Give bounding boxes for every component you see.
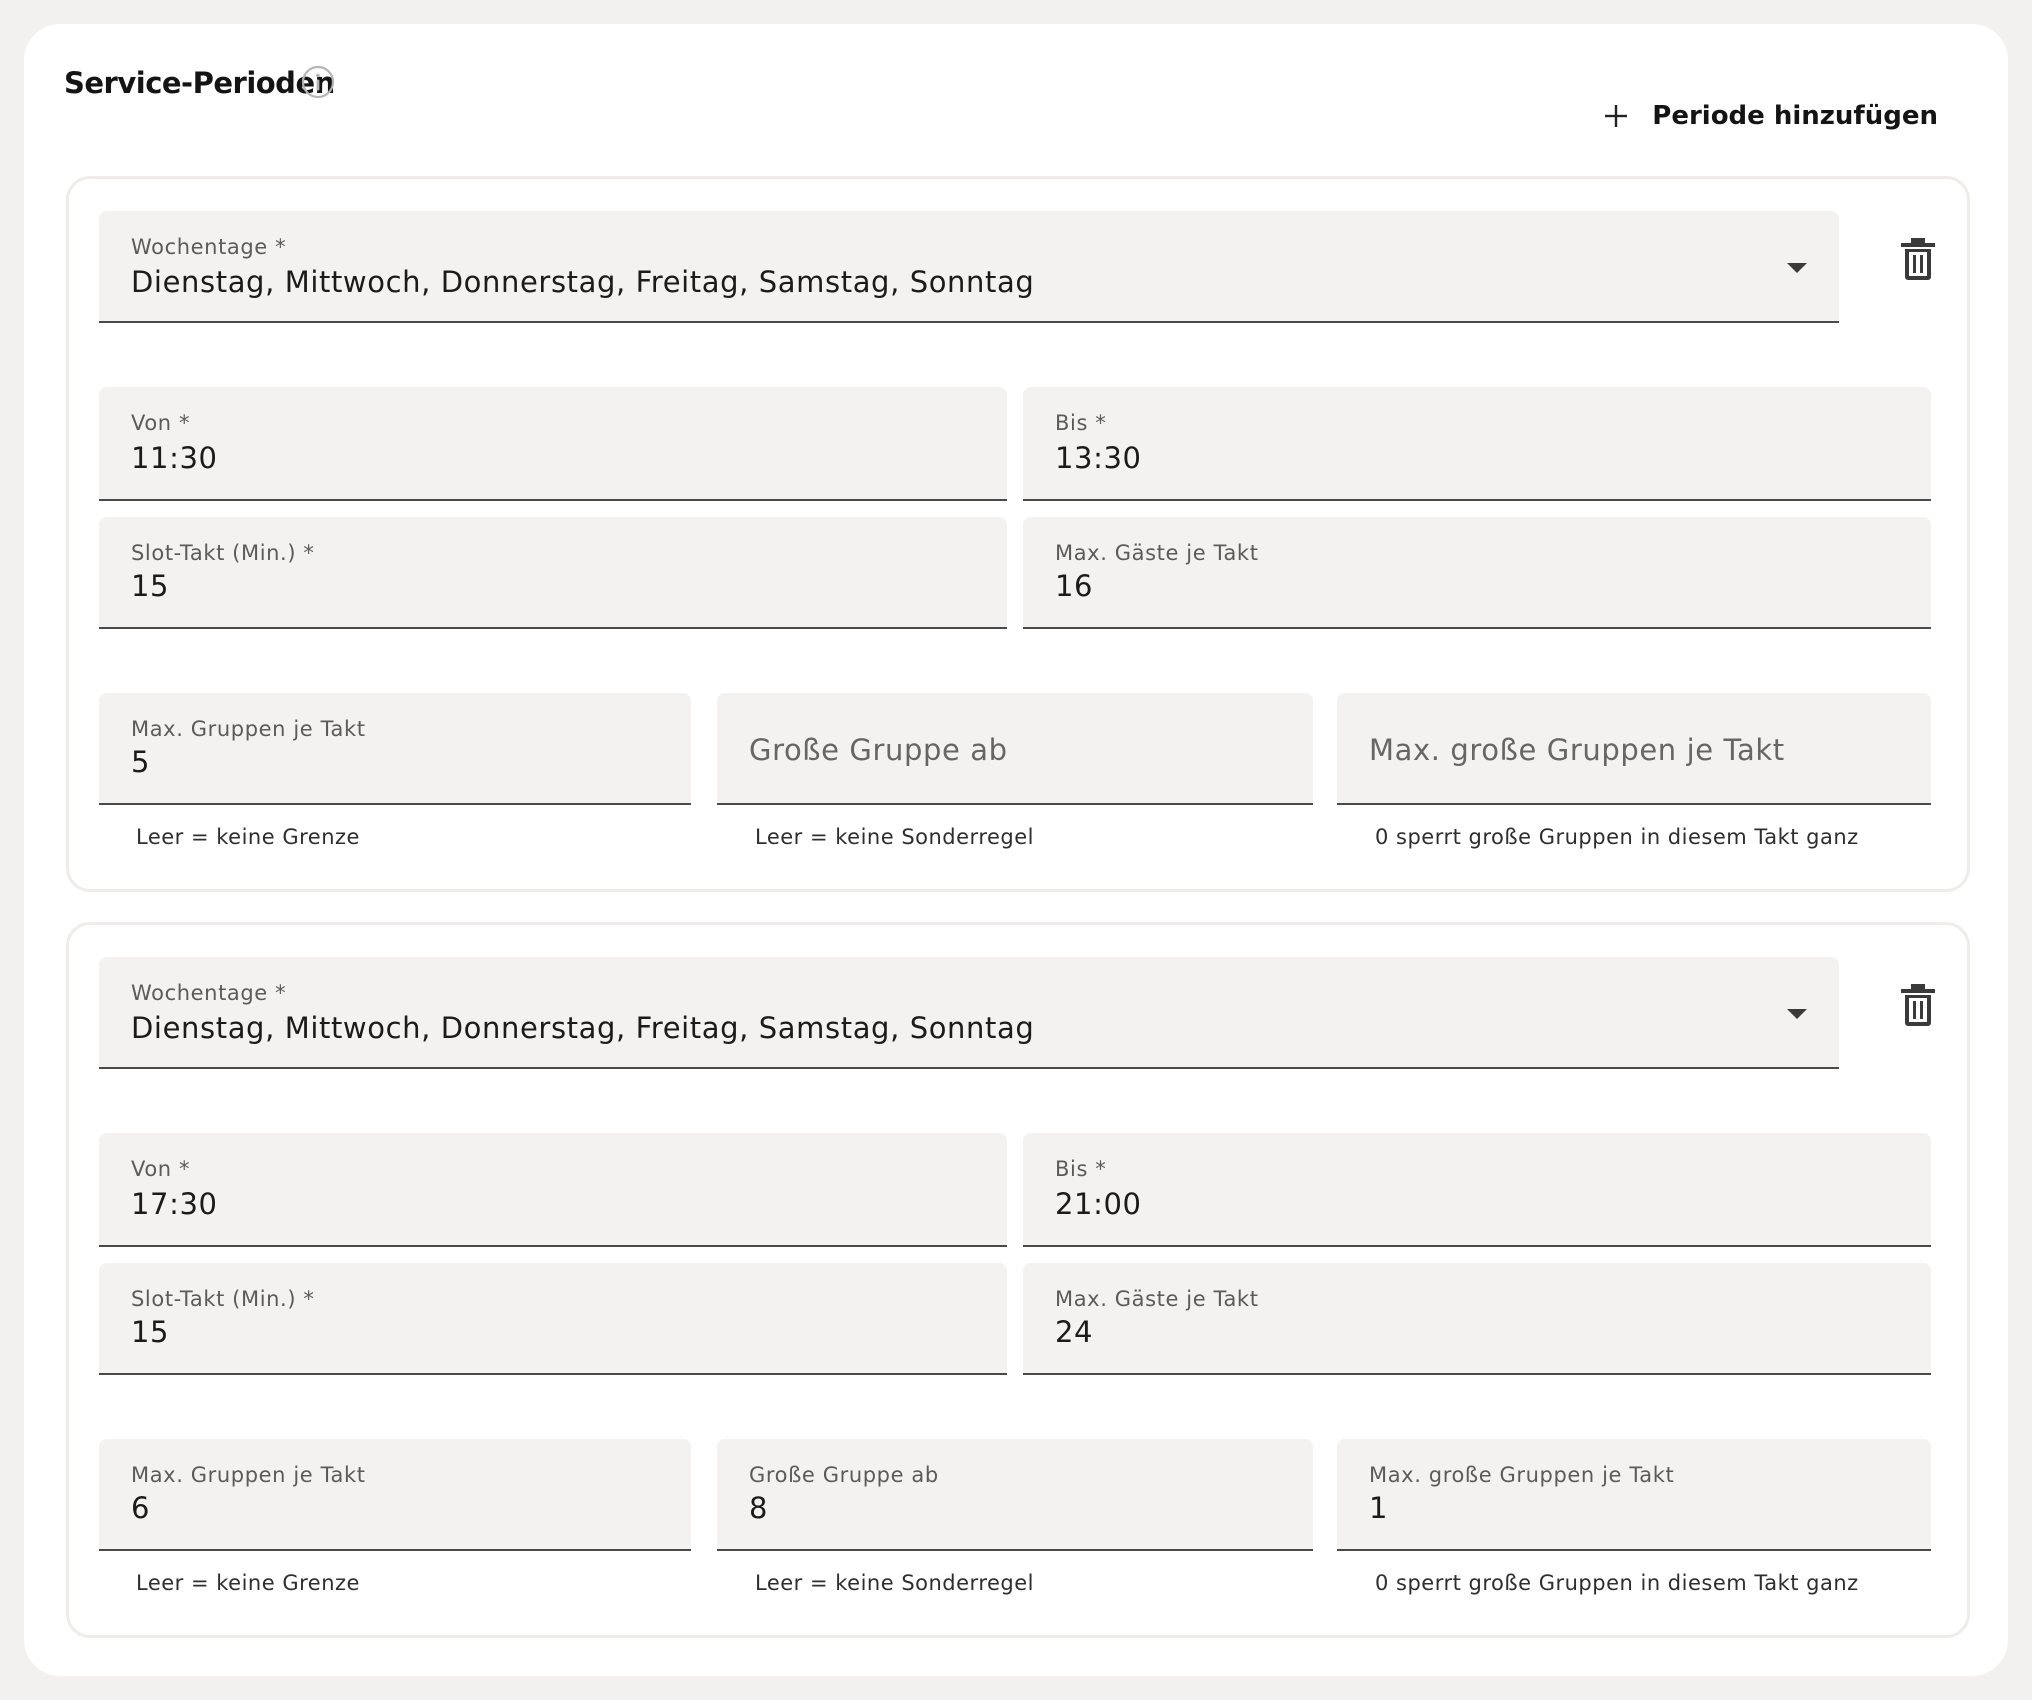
trash-icon[interactable] [1898, 983, 1938, 1027]
weekdays-label: Wochentage * [131, 981, 287, 1005]
max-large-groups-placeholder: Max. große Gruppen je Takt [1369, 733, 1785, 767]
from-time-value: 17:30 [131, 1187, 218, 1221]
max-large-groups-field[interactable]: Max. große Gruppen je Takt 1 [1337, 1439, 1931, 1551]
large-group-helper: Leer = keine Sonderregel [755, 1571, 1035, 1595]
from-time-label: Von * [131, 411, 191, 435]
large-group-helper: Leer = keine Sonderregel [755, 825, 1035, 849]
max-groups-label: Max. Gruppen je Takt [131, 717, 366, 741]
max-groups-helper: Leer = keine Grenze [136, 825, 360, 849]
max-large-groups-value: 1 [1369, 1491, 1389, 1525]
slot-interval-field[interactable]: Slot-Takt (Min.) * 15 [99, 1263, 1007, 1375]
max-large-groups-helper: 0 sperrt große Gruppen in diesem Takt ga… [1375, 825, 1859, 849]
from-time-label: Von * [131, 1157, 191, 1181]
large-group-field[interactable]: Große Gruppe ab [717, 693, 1313, 805]
max-groups-value: 5 [131, 745, 151, 779]
max-large-groups-helper: 0 sperrt große Gruppen in diesem Takt ga… [1375, 1571, 1859, 1595]
max-guests-field[interactable]: Max. Gäste je Takt 24 [1023, 1263, 1931, 1375]
large-group-placeholder: Große Gruppe ab [749, 733, 1008, 767]
slot-interval-value: 15 [131, 1315, 170, 1349]
slot-interval-label: Slot-Takt (Min.) * [131, 541, 315, 565]
max-guests-value: 16 [1055, 569, 1094, 603]
plus-icon [1605, 105, 1628, 127]
weekdays-select[interactable]: Wochentage * Dienstag, Mittwoch, Donners… [99, 957, 1839, 1069]
max-groups-field[interactable]: Max. Gruppen je Takt 6 [99, 1439, 691, 1551]
service-periods-card: Service-Perioden Periode hinzufügen Woch… [24, 24, 2008, 1676]
max-groups-field[interactable]: Max. Gruppen je Takt 5 [99, 693, 691, 805]
large-group-label: Große Gruppe ab [749, 1463, 939, 1487]
chevron-down-icon [1787, 1009, 1807, 1019]
slot-interval-label: Slot-Takt (Min.) * [131, 1287, 315, 1311]
to-time-label: Bis * [1055, 1157, 1107, 1181]
to-time-field[interactable]: Bis * 13:30 [1023, 387, 1931, 501]
max-large-groups-label: Max. große Gruppen je Takt [1369, 1463, 1675, 1487]
slot-interval-field[interactable]: Slot-Takt (Min.) * 15 [99, 517, 1007, 629]
max-groups-label: Max. Gruppen je Takt [131, 1463, 366, 1487]
slot-interval-value: 15 [131, 569, 170, 603]
max-groups-helper: Leer = keine Grenze [136, 1571, 360, 1595]
info-icon[interactable] [300, 64, 336, 100]
max-groups-value: 6 [131, 1491, 151, 1525]
weekdays-value: Dienstag, Mittwoch, Donnerstag, Freitag,… [131, 1011, 1035, 1045]
weekdays-value: Dienstag, Mittwoch, Donnerstag, Freitag,… [131, 265, 1035, 299]
max-large-groups-field[interactable]: Max. große Gruppen je Takt [1337, 693, 1931, 805]
weekdays-label: Wochentage * [131, 235, 287, 259]
to-time-value: 21:00 [1055, 1187, 1142, 1221]
to-time-field[interactable]: Bis * 21:00 [1023, 1133, 1931, 1247]
from-time-value: 11:30 [131, 441, 218, 475]
add-period-button[interactable]: Periode hinzufügen [1602, 88, 1938, 144]
large-group-value: 8 [749, 1491, 769, 1525]
to-time-value: 13:30 [1055, 441, 1142, 475]
trash-icon[interactable] [1898, 237, 1938, 281]
to-time-label: Bis * [1055, 411, 1107, 435]
service-period: Wochentage * Dienstag, Mittwoch, Donners… [66, 922, 1970, 1638]
max-guests-label: Max. Gäste je Takt [1055, 1287, 1259, 1311]
max-guests-field[interactable]: Max. Gäste je Takt 16 [1023, 517, 1931, 629]
max-guests-label: Max. Gäste je Takt [1055, 541, 1259, 565]
from-time-field[interactable]: Von * 11:30 [99, 387, 1007, 501]
chevron-down-icon [1787, 263, 1807, 273]
large-group-field[interactable]: Große Gruppe ab 8 [717, 1439, 1313, 1551]
from-time-field[interactable]: Von * 17:30 [99, 1133, 1007, 1247]
section-title: Service-Perioden [64, 66, 335, 100]
add-period-label: Periode hinzufügen [1652, 101, 1938, 131]
max-guests-value: 24 [1055, 1315, 1094, 1349]
service-period: Wochentage * Dienstag, Mittwoch, Donners… [66, 176, 1970, 892]
weekdays-select[interactable]: Wochentage * Dienstag, Mittwoch, Donners… [99, 211, 1839, 323]
